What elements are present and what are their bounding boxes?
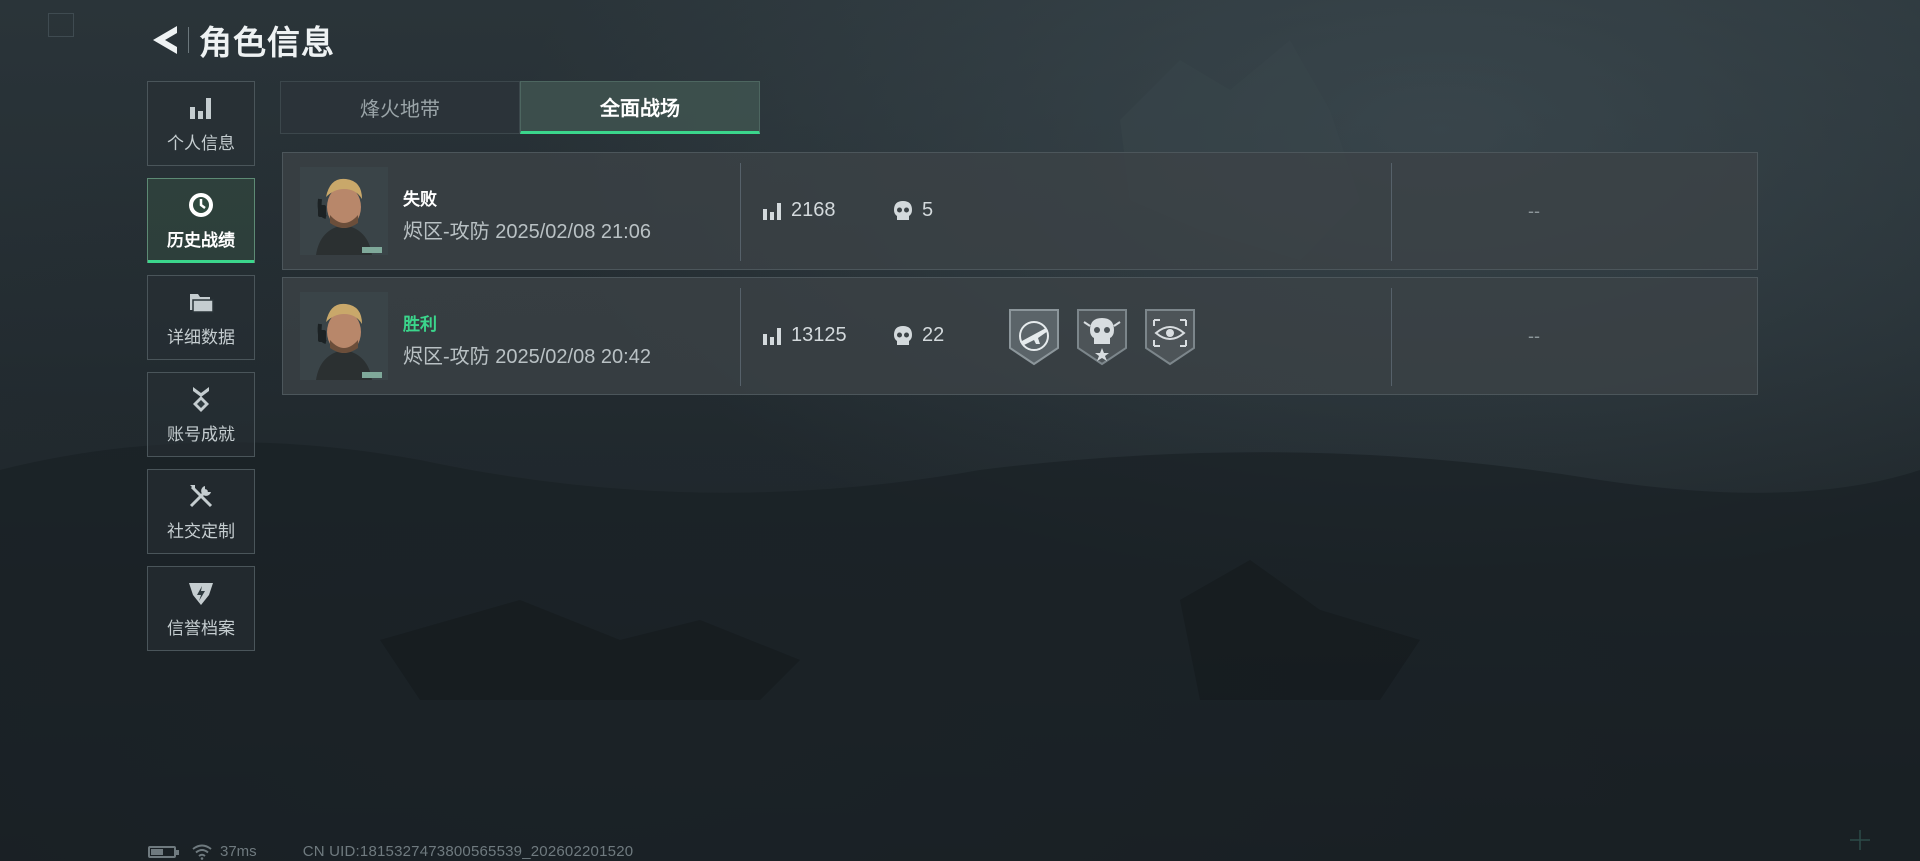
- status-bar: 37ms CN UID:1815327473800565539_20260220…: [148, 843, 633, 860]
- match-info: 烬区-攻防 2025/02/08 21:06: [403, 215, 651, 244]
- sidebar: 个人信息 历史战绩 详细数据 账号成就 社交定制 信誉档案: [147, 81, 257, 663]
- extra-value: --: [1528, 326, 1540, 346]
- sidebar-item-label: 个人信息: [167, 134, 235, 153]
- match-datetime: 2025/02/08 21:06: [495, 221, 651, 243]
- sidebar-item-label: 账号成就: [167, 425, 235, 444]
- kills-stat: 5: [893, 199, 933, 222]
- sidebar-item-label: 历史战绩: [167, 231, 235, 250]
- clock-icon: [189, 193, 213, 217]
- header-divider: [188, 27, 189, 53]
- match-info: 烬区-攻防 2025/02/08 20:42: [403, 340, 651, 369]
- match-result: 胜利: [403, 315, 437, 334]
- corner-frame: [48, 13, 74, 37]
- divider: [740, 163, 741, 261]
- map-mode: 烬区-攻防: [403, 221, 490, 243]
- achievement-icon: [193, 387, 209, 412]
- back-button[interactable]: [148, 20, 182, 60]
- score-value: 13125: [791, 324, 847, 346]
- folder-icon: [190, 294, 214, 313]
- sidebar-item-social-custom[interactable]: 社交定制: [147, 469, 255, 554]
- wifi-icon: [192, 844, 212, 860]
- divider: [740, 288, 741, 386]
- skull-icon: [894, 325, 912, 345]
- battery-icon: [148, 845, 179, 858]
- score-stat: 2168: [762, 199, 836, 222]
- medal-list: [1008, 308, 1212, 366]
- sidebar-item-reputation[interactable]: 信誉档案: [147, 566, 255, 651]
- ping-value: 37ms: [220, 843, 257, 860]
- kills-value: 22: [922, 324, 945, 346]
- page-header: 角色信息: [148, 18, 335, 62]
- match-datetime: 2025/02/08 20:42: [495, 346, 651, 368]
- extra-value: --: [1528, 201, 1540, 221]
- tab-full-battlefield[interactable]: 全面战场: [520, 81, 760, 134]
- mode-tabs: 烽火地带 全面战场: [280, 81, 760, 134]
- eye-medal-icon[interactable]: [1144, 308, 1196, 366]
- sidebar-item-achievements[interactable]: 账号成就: [147, 372, 255, 457]
- map-mode: 烬区-攻防: [403, 346, 490, 368]
- sidebar-item-match-history[interactable]: 历史战绩: [147, 178, 255, 263]
- user-uid: CN UID:1815327473800565539_202602201520: [302, 843, 634, 860]
- skull-icon: [894, 200, 912, 220]
- sidebar-item-label: 详细数据: [167, 328, 235, 347]
- score-icon: [763, 327, 781, 345]
- sidebar-item-personal-info[interactable]: 个人信息: [147, 81, 255, 166]
- bar-chart-icon: [190, 98, 211, 119]
- score-icon: [763, 202, 781, 220]
- kills-value: 5: [922, 199, 934, 221]
- player-avatar: [300, 292, 388, 380]
- kills-stat: 22: [893, 324, 944, 347]
- score-stat: 13125: [762, 324, 847, 347]
- divider: [1391, 288, 1392, 386]
- match-history-list: 失败 烬区-攻防 2025/02/08 21:06 2168 5 -- 胜利 烬…: [282, 152, 1758, 402]
- sidebar-item-detailed-data[interactable]: 详细数据: [147, 275, 255, 360]
- sidebar-item-label: 社交定制: [167, 522, 235, 541]
- match-record[interactable]: 失败 烬区-攻防 2025/02/08 21:06 2168 5 --: [282, 152, 1758, 270]
- page-title: 角色信息: [199, 24, 335, 61]
- rifle-medal-icon[interactable]: [1008, 308, 1060, 366]
- player-avatar: [300, 167, 388, 255]
- tab-warfare-zone[interactable]: 烽火地带: [280, 81, 520, 134]
- skull-medal-icon[interactable]: [1076, 308, 1128, 366]
- sidebar-item-label: 信誉档案: [167, 619, 235, 638]
- score-value: 2168: [791, 199, 836, 221]
- match-record[interactable]: 胜利 烬区-攻防 2025/02/08 20:42 13125 22 --: [282, 277, 1758, 395]
- divider: [1391, 163, 1392, 261]
- back-arrow-icon: [153, 26, 177, 54]
- shield-icon: [189, 583, 213, 605]
- crosshair-icon: [1850, 830, 1870, 850]
- tools-icon: [189, 485, 213, 508]
- match-result: 失败: [403, 190, 437, 209]
